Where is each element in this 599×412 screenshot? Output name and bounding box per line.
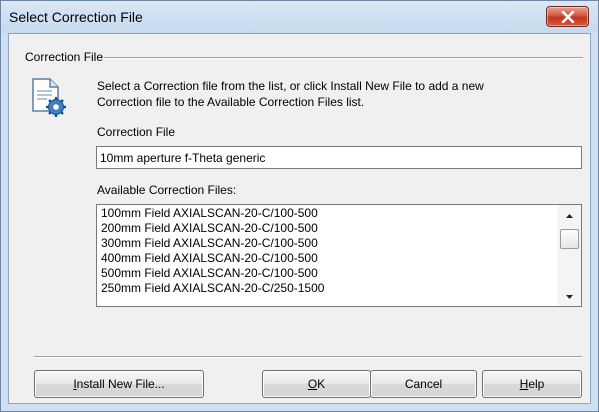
group-box-legend: Correction File [25, 50, 105, 64]
help-mnemonic: H [519, 377, 529, 391]
cancel-button[interactable]: Cancel [370, 370, 477, 398]
group-box-line [99, 57, 583, 58]
description-line-1: Select a Correction file from the list, … [97, 79, 484, 93]
cancel-label: Cancel [404, 377, 443, 391]
scroll-up-arrow-icon [566, 214, 573, 218]
help-button[interactable]: Help [482, 370, 582, 398]
install-new-file-button[interactable]: Install New File... [34, 370, 204, 398]
select-correction-file-dialog: Select Correction File Correction File S… [0, 0, 599, 412]
button-separator [34, 356, 582, 357]
install-label: nstall New File... [76, 377, 165, 391]
help-label: elp [528, 377, 545, 391]
close-button[interactable] [546, 6, 589, 27]
title-bar[interactable]: Select Correction File [1, 1, 598, 33]
available-files-list[interactable]: 100mm Field AXIALSCAN-20-C/100-500 200mm… [96, 204, 582, 307]
correction-file-label: Correction File [97, 125, 176, 139]
list-item[interactable]: 100mm Field AXIALSCAN-20-C/100-500 [97, 206, 557, 221]
scroll-down-arrow-icon [566, 295, 573, 299]
settings-document-icon [32, 78, 66, 117]
close-x-icon [561, 10, 574, 23]
scroll-down-button[interactable] [558, 288, 581, 306]
scroll-up-button[interactable] [558, 207, 581, 225]
list-item[interactable]: 300mm Field AXIALSCAN-20-C/100-500 [97, 236, 557, 251]
description-line-2: Correction file to the Available Correct… [97, 95, 365, 109]
correction-file-input[interactable] [96, 146, 582, 169]
vertical-scrollbar[interactable] [558, 205, 581, 306]
list-items-container: 100mm Field AXIALSCAN-20-C/100-500 200mm… [97, 206, 557, 296]
list-item[interactable]: 200mm Field AXIALSCAN-20-C/100-500 [97, 221, 557, 236]
ok-mnemonic: O [307, 377, 318, 391]
ok-label: K [317, 377, 326, 391]
list-item[interactable]: 500mm Field AXIALSCAN-20-C/100-500 [97, 266, 557, 281]
scroll-thumb[interactable] [560, 229, 579, 249]
list-item[interactable]: 250mm Field AXIALSCAN-20-C/250-1500 [97, 281, 557, 296]
available-files-label: Available Correction Files: [97, 183, 237, 197]
ok-button[interactable]: OK [262, 370, 371, 398]
window-title: Select Correction File [9, 9, 143, 25]
list-item[interactable]: 400mm Field AXIALSCAN-20-C/100-500 [97, 251, 557, 266]
